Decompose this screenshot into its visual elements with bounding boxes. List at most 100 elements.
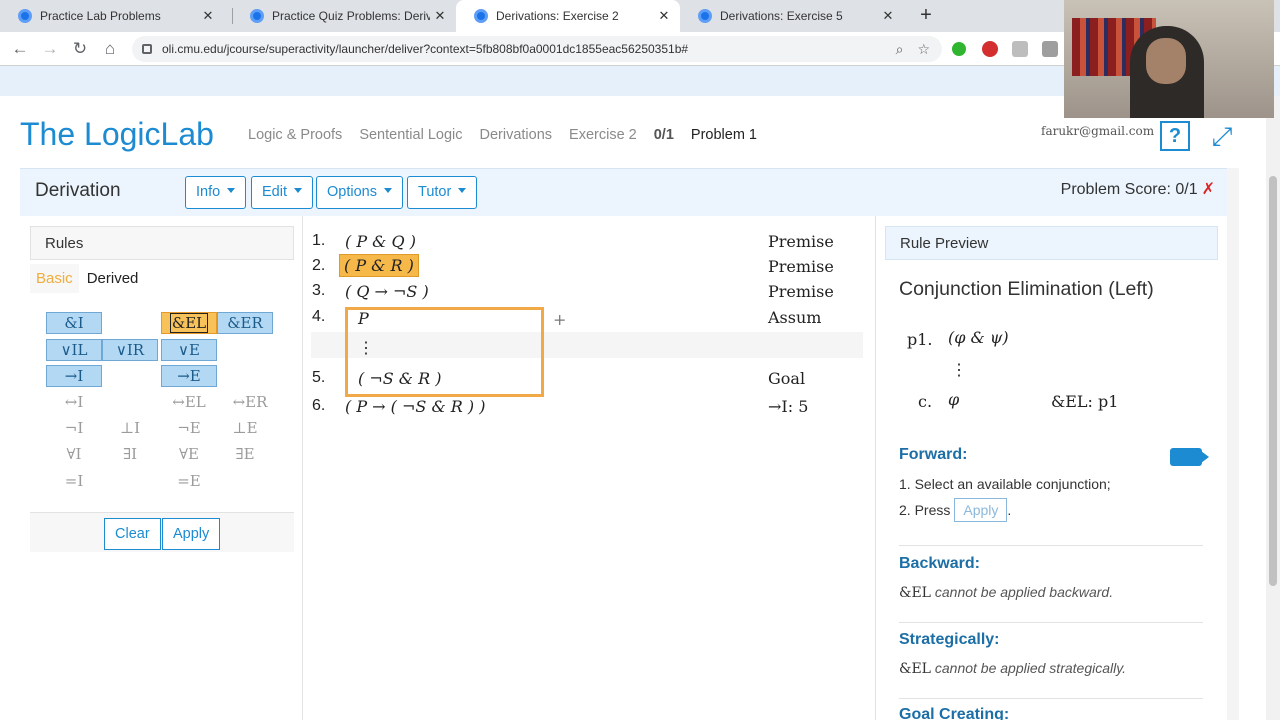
edit-menu-button[interactable]: Edit [251, 176, 313, 209]
line-number: 6. [312, 397, 326, 414]
forward-arrow-icon[interactable]: → [38, 37, 62, 61]
tab-basic[interactable]: Basic [30, 264, 79, 293]
schema-label: c. [918, 392, 933, 411]
forward-step-2: 2. Press Apply. [899, 498, 1011, 522]
rule-cond-intro-button[interactable]: →I [46, 365, 102, 387]
derivation-formula[interactable]: ( P → ( ¬S & R ) ) [345, 397, 485, 416]
rule-or-intro-left-button[interactable]: ∨IL [46, 339, 102, 361]
rule-exists-elim-button[interactable]: ∃E [217, 444, 273, 466]
derivation-toolbar: Derivation Info Edit Options Tutor Probl… [20, 168, 1227, 216]
breadcrumb-exercise[interactable]: Exercise 2 [569, 127, 637, 143]
problem-score: Problem Score: 0/1 ✗ [1061, 179, 1215, 199]
lock-icon [142, 44, 152, 54]
strategic-note: cannot be applied strategically. [934, 660, 1127, 676]
close-tab-icon[interactable]: ✕ [878, 8, 898, 24]
extension-gray-icon[interactable] [1012, 41, 1028, 57]
rule-and-elim-right-button[interactable]: &ER [217, 312, 273, 334]
info-menu-button[interactable]: Info [185, 176, 247, 209]
home-icon[interactable]: ⌂ [98, 37, 122, 61]
problem-score-label: Problem Score: 0/1 [1060, 181, 1198, 198]
browser-tab[interactable]: Derivations: Exercise 5 ✕ [680, 0, 904, 32]
tab-derived[interactable]: Derived [81, 264, 145, 293]
rule-preview-panel: Rule Preview Conjunction Elimination (Le… [885, 226, 1218, 720]
breadcrumb-sentential-logic[interactable]: Sentential Logic [359, 127, 462, 143]
forward-step-2-suffix: . [1007, 502, 1012, 518]
close-tab-icon[interactable]: ✕ [198, 8, 218, 24]
rule-name: &EL [899, 585, 931, 601]
strategic-text: &EL cannot be applied strategically. [899, 660, 1126, 677]
justification: Premise [768, 232, 834, 251]
clear-button[interactable]: Clear [104, 518, 161, 550]
schema-ellipsis: ⋮ [951, 360, 967, 379]
breadcrumb-logic-proofs[interactable]: Logic & Proofs [248, 127, 342, 143]
rule-bicond-elim-left-button[interactable]: ↔EL [161, 392, 217, 414]
derivation-formula[interactable]: P [358, 309, 369, 328]
rule-identity-elim-button[interactable]: =E [161, 471, 217, 493]
breadcrumb-derivations[interactable]: Derivations [480, 127, 553, 143]
goal-creating-heading: Goal Creating: [899, 706, 1010, 720]
webcam-overlay [1064, 0, 1274, 118]
extension-green-icon[interactable] [952, 42, 966, 56]
rule-exists-intro-button[interactable]: ∃I [102, 444, 158, 466]
reload-icon[interactable]: ↻ [68, 37, 92, 61]
rule-or-elim-button[interactable]: ∨E [161, 339, 217, 361]
adblock-icon[interactable] [982, 41, 998, 57]
close-tab-icon[interactable]: ✕ [654, 8, 674, 24]
schema-formula: φ [948, 390, 960, 409]
new-tab-button[interactable]: + [914, 4, 938, 28]
bookmark-star-icon[interactable]: ☆ [917, 41, 930, 58]
rule-and-elim-left-button[interactable]: &EL [161, 312, 217, 334]
rules-footer: Clear Apply [30, 512, 294, 552]
site-favicon-icon [698, 9, 712, 23]
apply-button[interactable]: Apply [162, 518, 221, 550]
rule-neg-elim-button[interactable]: ¬E [161, 418, 217, 440]
site-favicon-icon [474, 9, 488, 23]
rule-falsum-intro-button[interactable]: ⊥I [102, 418, 158, 440]
tab-title: Derivations: Exercise 5 [720, 9, 843, 23]
browser-tab-active[interactable]: Derivations: Exercise 2 ✕ [456, 0, 680, 32]
back-arrow-icon[interactable]: ← [8, 37, 32, 61]
options-menu-button[interactable]: Options [316, 176, 403, 209]
expand-fullscreen-icon[interactable]: ⤢ [1208, 122, 1236, 150]
schema-label: p1. [907, 330, 933, 349]
derivation-formula-selected[interactable]: ( P & R ) [339, 254, 419, 277]
rule-and-intro-button[interactable]: &I [46, 312, 102, 334]
breadcrumb: Logic & Proofs Sentential Logic Derivati… [248, 127, 774, 143]
close-tab-icon[interactable]: ✕ [430, 8, 450, 24]
rule-bicond-elim-right-button[interactable]: ↔ER [222, 392, 278, 414]
fail-x-icon: ✗ [1201, 181, 1215, 198]
panel-scrollbar[interactable] [1227, 168, 1239, 720]
address-bar[interactable]: oli.cmu.edu/jcourse/superactivity/launch… [132, 36, 942, 62]
derivation-formula[interactable]: ( Q → ¬S ) [345, 282, 429, 301]
add-line-plus-icon[interactable]: + [553, 310, 566, 329]
video-camera-icon[interactable] [1170, 448, 1202, 466]
forward-heading: Forward: [899, 446, 968, 463]
justification: Goal [768, 369, 806, 388]
rule-preview-title: Conjunction Elimination (Left) [899, 278, 1154, 300]
rule-bicond-intro-button[interactable]: ↔I [46, 392, 102, 414]
forward-step-2-text: 2. Press [899, 502, 951, 518]
rule-neg-intro-button[interactable]: ¬I [46, 418, 102, 440]
extension-puzzle-icon[interactable] [1042, 41, 1058, 57]
browser-tab[interactable]: Practice Quiz Problems: Derivatio ✕ [232, 0, 456, 32]
rule-or-intro-right-button[interactable]: ∨IR [102, 339, 158, 361]
browser-tab[interactable]: Practice Lab Problems ✕ [0, 0, 224, 32]
rule-falsum-elim-button[interactable]: ⊥E [217, 418, 273, 440]
backward-heading: Backward: [899, 555, 980, 572]
scroll-thumb[interactable] [1269, 176, 1277, 586]
line-number: 5. [312, 369, 326, 386]
rule-cond-elim-button[interactable]: →E [161, 365, 217, 387]
rule-forall-intro-button[interactable]: ∀I [46, 444, 102, 466]
derivation-formula[interactable]: ( ¬S & R ) [358, 369, 441, 388]
derivation-formula[interactable]: ( P & Q ) [345, 232, 416, 251]
vertical-ellipsis: ⋮ [358, 338, 374, 357]
rule-identity-intro-button[interactable]: =I [46, 471, 102, 493]
tab-title: Practice Quiz Problems: Derivatio [272, 9, 430, 23]
tutor-menu-button[interactable]: Tutor [407, 176, 478, 209]
help-button[interactable]: ? [1160, 121, 1190, 151]
justification: →I: 5 [768, 397, 809, 416]
rule-forall-elim-button[interactable]: ∀E [161, 444, 217, 466]
page-scrollbar[interactable] [1266, 96, 1280, 720]
rule-preview-header: Rule Preview [885, 226, 1218, 260]
zoom-icon[interactable]: ⌕ [896, 41, 904, 58]
